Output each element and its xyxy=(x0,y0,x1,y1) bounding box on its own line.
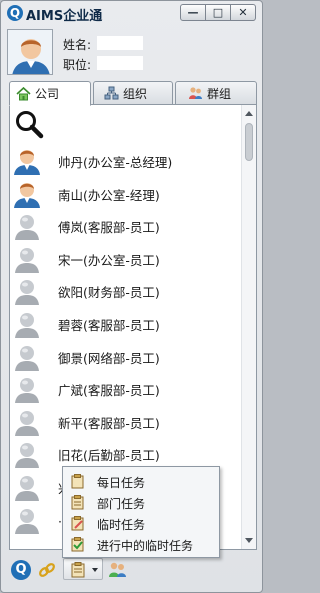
person-offline-icon xyxy=(15,345,39,371)
position-label: 职位: xyxy=(63,58,92,72)
app-logo-icon: Q xyxy=(7,5,23,21)
contact-name: 旧花(后勤部-员工) xyxy=(58,448,160,464)
contact-name: 广斌(客服部-员工) xyxy=(58,383,160,399)
task-context-menu: 每日任务部门任务临时任务进行中的临时任务 xyxy=(62,466,220,558)
menu-item-task[interactable]: 进行中的临时任务 xyxy=(63,534,219,555)
name-label: 姓名: xyxy=(63,38,92,52)
person-offline-icon xyxy=(15,475,39,501)
home-icon xyxy=(16,86,31,100)
contact-name: 帅丹(办公室-总经理) xyxy=(58,155,173,170)
menu-item-label: 每日任务 xyxy=(97,476,146,490)
person-offline-icon xyxy=(15,410,39,436)
person-offline-icon xyxy=(15,312,39,338)
person-offline-icon xyxy=(15,215,39,241)
app-window: Q AIMS企业通 — □ ✕ 姓名: 职位: 公司 组织 群组 帅丹(办公室-… xyxy=(0,0,263,593)
contact-row[interactable]: 欲阳(财务部-员工) xyxy=(10,273,240,306)
contact-name: 新平(客服部-员工) xyxy=(58,415,160,431)
person-offline-icon xyxy=(15,280,39,306)
avatar[interactable] xyxy=(7,29,53,75)
tab-groups-label: 群组 xyxy=(207,86,232,101)
group-icon xyxy=(189,87,202,99)
contact-row[interactable]: 广斌(客服部-员工) xyxy=(10,371,240,404)
user-profile: 姓名: 职位: xyxy=(7,29,258,77)
person-offline-icon xyxy=(15,378,39,404)
dept-task-icon xyxy=(71,495,84,510)
tab-groups[interactable]: 群组 xyxy=(175,81,257,105)
person-avatar-icon xyxy=(14,150,40,175)
scroll-down-icon[interactable] xyxy=(245,538,253,543)
contact-row[interactable]: 帅丹(办公室-总经理) xyxy=(10,143,240,176)
tab-organization-label: 组织 xyxy=(123,86,148,101)
person-avatar-icon xyxy=(14,182,40,208)
tab-bar: 公司 组织 群组 xyxy=(9,81,257,106)
contact-row[interactable]: 南山(办公室-经理) xyxy=(10,176,240,209)
user-avatar-icon xyxy=(8,30,52,74)
menu-item-task[interactable]: 每日任务 xyxy=(63,471,219,492)
app-title: AIMS企业通 xyxy=(26,9,103,24)
contact-name: 傅岚(客服部-员工) xyxy=(58,220,160,236)
scroll-up-icon[interactable] xyxy=(245,111,253,116)
contact-row[interactable]: 傅岚(客服部-员工) xyxy=(10,208,240,241)
tab-organization[interactable]: 组织 xyxy=(93,81,173,105)
link-icon[interactable] xyxy=(37,560,57,580)
title-bar[interactable]: Q AIMS企业通 — □ ✕ xyxy=(1,1,262,25)
search-icon[interactable] xyxy=(14,109,44,139)
contact-row[interactable]: 新平(客服部-员工) xyxy=(10,404,240,437)
contact-row[interactable]: 旧花(后勤部-员工) xyxy=(10,436,240,469)
name-value xyxy=(97,36,143,50)
contact-row[interactable]: 碧蓉(客服部-员工) xyxy=(10,306,240,339)
contact-row[interactable]: 御景(网络部-员工) xyxy=(10,339,240,372)
menu-item-label: 部门任务 xyxy=(97,497,146,511)
in-progress-task-icon xyxy=(71,537,84,552)
position-value xyxy=(97,56,143,70)
search-input[interactable] xyxy=(50,111,230,135)
maximize-button[interactable]: □ xyxy=(205,4,231,21)
contact-row[interactable]: 宋一(办公室-员工) xyxy=(10,241,240,274)
scroll-thumb[interactable] xyxy=(245,123,253,161)
search-bar xyxy=(10,105,256,143)
contact-name: 宋一(办公室-员工) xyxy=(58,252,160,268)
task-clipboard-icon xyxy=(71,562,85,578)
person-offline-icon xyxy=(15,247,39,273)
contacts-group-icon[interactable] xyxy=(107,560,127,580)
org-icon xyxy=(104,86,119,100)
menu-item-label: 临时任务 xyxy=(97,518,146,532)
app-home-icon[interactable]: Q xyxy=(11,560,31,580)
menu-item-task[interactable]: 部门任务 xyxy=(63,492,219,513)
window-controls: — □ ✕ xyxy=(180,4,256,21)
vertical-scrollbar[interactable] xyxy=(241,105,256,549)
menu-item-task[interactable]: 临时任务 xyxy=(63,513,219,534)
menu-item-label: 进行中的临时任务 xyxy=(97,539,194,553)
temp-task-icon xyxy=(71,516,84,531)
contact-name: 御景(网络部-员工) xyxy=(58,350,160,366)
chevron-down-icon xyxy=(92,568,98,572)
person-offline-icon xyxy=(15,508,39,534)
tab-company[interactable]: 公司 xyxy=(9,81,91,106)
daily-task-icon xyxy=(71,474,84,489)
person-offline-icon xyxy=(15,443,39,469)
task-menu-dropdown[interactable] xyxy=(63,558,103,580)
contact-name: 南山(办公室-经理) xyxy=(58,187,160,203)
tab-company-label: 公司 xyxy=(35,87,60,101)
bottom-toolbar: Q xyxy=(7,558,257,582)
contact-name: 碧蓉(客服部-员工) xyxy=(58,317,160,333)
minimize-button[interactable]: — xyxy=(180,4,206,21)
contact-name: 欲阳(财务部-员工) xyxy=(58,285,160,301)
close-button[interactable]: ✕ xyxy=(230,4,256,21)
